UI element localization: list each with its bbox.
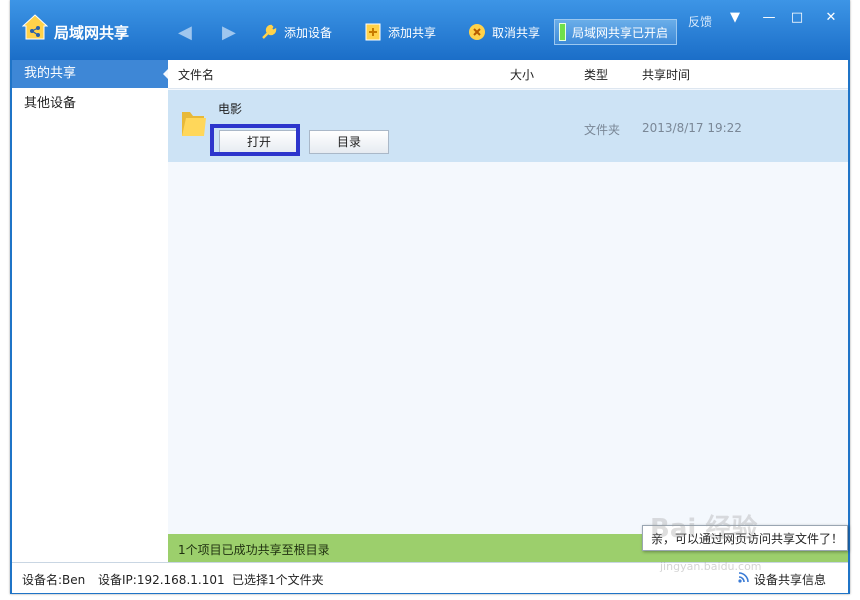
selection-status: 已选择1个文件夹 xyxy=(232,573,324,587)
close-button[interactable]: ✕ xyxy=(818,10,844,30)
device-ip: 设备IP:192.168.1.101 xyxy=(98,573,225,587)
add-device-label: 添加设备 xyxy=(284,25,333,40)
column-header-time[interactable]: 共享时间 xyxy=(642,66,690,83)
file-type: 文件夹 xyxy=(584,123,621,137)
column-header-size[interactable]: 大小 xyxy=(510,66,534,83)
sidebar-item-label: 其他设备 xyxy=(24,96,77,111)
device-name: 设备名:Ben xyxy=(22,573,86,587)
cancel-icon xyxy=(468,23,486,41)
share-time: 2013/8/17 19:22 xyxy=(642,121,742,135)
file-name[interactable]: 电影 xyxy=(218,100,242,117)
back-button[interactable]: ◀ xyxy=(178,22,192,43)
app-title: 局域网共享 xyxy=(54,24,130,42)
sidebar-item-my-shares[interactable]: 我的共享 xyxy=(12,60,169,88)
app-window: 局域网共享 ◀ ▶ 添加设备 添加共享 取消共享 局域网共享已开启 反馈 ▼ —… xyxy=(10,0,850,594)
maximize-button[interactable]: □ xyxy=(784,10,810,30)
watermark-url: jingyan.baidu.com xyxy=(660,560,762,573)
title-bar: 局域网共享 ◀ ▶ 添加设备 添加共享 取消共享 局域网共享已开启 反馈 ▼ —… xyxy=(10,0,850,60)
file-list-panel: 文件名 大小 类型 共享时间 电影 打开 目录 文件夹 2013/8/17 19… xyxy=(168,60,848,562)
status-indicator-icon xyxy=(559,23,566,41)
add-share-button[interactable]: 添加共享 xyxy=(364,20,436,44)
app-logo-icon xyxy=(22,14,48,40)
minimize-button[interactable]: — xyxy=(756,10,782,30)
highlight-box xyxy=(210,124,300,156)
folder-icon xyxy=(182,112,206,136)
table-header: 文件名 大小 类型 共享时间 xyxy=(168,60,848,89)
lan-share-status[interactable]: 局域网共享已开启 xyxy=(554,19,678,45)
share-info-link[interactable]: 设备共享信息 xyxy=(754,571,826,588)
rss-icon xyxy=(738,571,750,586)
column-header-name[interactable]: 文件名 xyxy=(178,66,214,83)
add-device-button[interactable]: 添加设备 xyxy=(260,20,332,44)
wrench-icon xyxy=(260,23,278,41)
notice-text: 1个项目已成功共享至根目录 xyxy=(178,543,330,557)
table-row[interactable]: 电影 打开 目录 文件夹 2013/8/17 19:22 xyxy=(168,90,848,162)
forward-button[interactable]: ▶ xyxy=(222,22,236,43)
sidebar-item-other-devices[interactable]: 其他设备 xyxy=(12,90,168,118)
lan-share-status-label: 局域网共享已开启 xyxy=(572,25,669,40)
add-file-icon xyxy=(364,23,382,41)
column-header-type[interactable]: 类型 xyxy=(584,66,608,83)
cancel-share-button[interactable]: 取消共享 xyxy=(468,20,540,44)
cancel-share-label: 取消共享 xyxy=(492,25,541,40)
watermark-logo: Bai 经验 xyxy=(650,514,758,544)
menu-button[interactable]: ▼ xyxy=(722,10,748,30)
feedback-link[interactable]: 反馈 xyxy=(688,13,712,30)
add-share-label: 添加共享 xyxy=(388,25,437,40)
directory-button[interactable]: 目录 xyxy=(309,130,389,154)
sidebar-item-label: 我的共享 xyxy=(24,66,77,81)
sidebar: 我的共享 其他设备 xyxy=(12,60,169,562)
